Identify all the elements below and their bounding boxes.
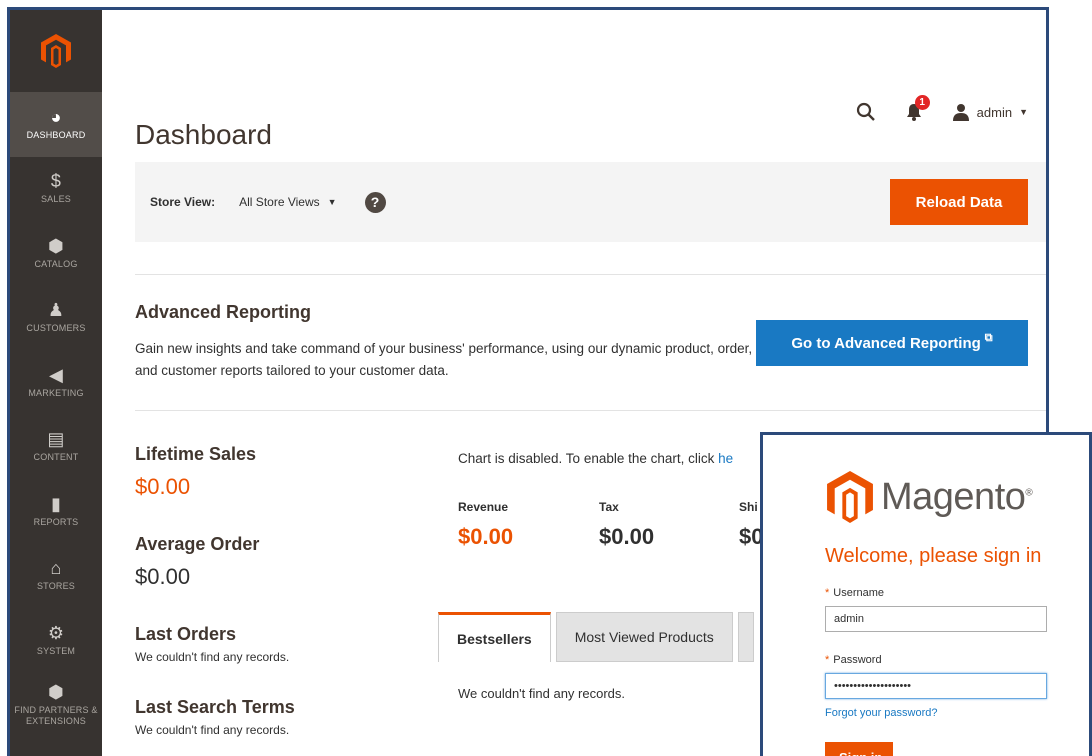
store-view-label: Store View: — [150, 195, 216, 209]
login-window: Magento® Welcome, please sign in * Userna… — [760, 432, 1092, 756]
average-order-title: Average Order — [135, 534, 260, 554]
login-welcome-heading: Welcome, please sign in — [825, 545, 1042, 567]
dashboard-gauge-icon: ◕ — [50, 106, 62, 127]
bar-chart-icon: ▮ — [50, 493, 62, 514]
sidebar-item-label: CONTENT — [33, 452, 79, 463]
dollar-icon: $ — [50, 171, 62, 192]
chevron-down-icon: ▼ — [1019, 107, 1028, 117]
user-name: admin — [976, 104, 1013, 120]
sidebar-item-customers[interactable]: ♟ CUSTOMERS — [10, 286, 102, 351]
button-label: Go to Advanced Reporting — [791, 334, 981, 352]
metric-label: Tax — [599, 500, 619, 514]
sidebar-item-label: CUSTOMERS — [26, 323, 86, 334]
lifetime-sales-title: Lifetime Sales — [135, 444, 257, 464]
tab-empty-message: We couldn't find any records. — [458, 686, 625, 701]
chart-disabled-message: Chart is disabled. To enable the chart, … — [458, 451, 733, 466]
last-orders-title: Last Orders — [135, 624, 237, 644]
login-brand-name: Magento® — [881, 475, 1033, 518]
sidebar-item-label: SALES — [40, 194, 72, 205]
sidebar-item-catalog[interactable]: ⬢ CATALOG — [10, 221, 102, 286]
magento-logo[interactable] — [10, 10, 102, 92]
sidebar-item-label: STORES — [36, 581, 76, 592]
sidebar-item-find-partners[interactable]: ⬢ FIND PARTNERS & EXTENSIONS — [10, 673, 102, 738]
tab-bestsellers[interactable]: Bestsellers — [438, 612, 551, 662]
sidebar-item-label: CATALOG — [34, 258, 78, 269]
gear-icon: ⚙ — [47, 622, 65, 643]
chevron-down-icon: ▼ — [327, 197, 337, 207]
section-divider — [135, 410, 1046, 411]
magento-logo-icon — [827, 471, 873, 523]
admin-sidebar: ◕ DASHBOARD $ SALES ⬢ CATALOG ♟ CUSTOMER… — [10, 10, 102, 756]
advanced-reporting-description: Gain new insights and take command of yo… — [135, 341, 753, 378]
sign-in-button[interactable]: Sign in — [825, 742, 893, 756]
dashboard-tabs: Bestsellers Most Viewed Products — [438, 612, 759, 662]
last-search-terms-empty-note: We couldn't find any records. — [135, 723, 290, 737]
sidebar-item-marketing[interactable]: ◀ MARKETING — [10, 350, 102, 415]
user-icon — [952, 104, 969, 121]
tax-metric: Tax $0.00 — [599, 500, 654, 550]
metric-value: $0.00 — [599, 524, 655, 549]
box-icon: ⬢ — [48, 681, 64, 702]
header-actions: 1 admin ▼ — [856, 95, 1028, 122]
megaphone-icon: ◀ — [48, 364, 64, 385]
advanced-reporting-title: Advanced Reporting — [135, 302, 312, 322]
revenue-metric: Revenue $0.00 — [458, 500, 513, 550]
tab-next[interactable] — [737, 612, 754, 662]
forgot-password-link[interactable]: Forgot your password? — [825, 707, 938, 719]
storefront-icon: ⌂ — [50, 558, 62, 579]
layout-icon: ▤ — [47, 429, 65, 450]
notification-count-badge: 1 — [914, 95, 930, 110]
metric-label: Revenue — [458, 500, 509, 514]
sidebar-item-content[interactable]: ▤ CONTENT — [10, 415, 102, 480]
sidebar-item-label: DASHBOARD — [26, 129, 86, 140]
store-view-bar: Store View: All Store Views ▼ ? Reload D… — [135, 162, 1046, 242]
cube-icon: ⬢ — [48, 235, 64, 256]
sidebar-item-sales[interactable]: $ SALES — [10, 157, 102, 222]
magento-logo-icon — [41, 34, 71, 68]
chart-disabled-text: Chart is disabled. To enable the chart, … — [458, 451, 719, 466]
sidebar-item-reports[interactable]: ▮ REPORTS — [10, 479, 102, 544]
sidebar-item-label: FIND PARTNERS & EXTENSIONS — [14, 704, 98, 726]
lifetime-sales-value: $0.00 — [135, 474, 191, 499]
notifications-bell-icon[interactable]: 1 — [904, 95, 930, 122]
sidebar-item-label: SYSTEM — [36, 645, 76, 656]
tab-most-viewed-products[interactable]: Most Viewed Products — [555, 612, 733, 662]
sidebar-item-label: MARKETING — [28, 387, 84, 398]
external-link-icon: ⧉ — [984, 331, 993, 344]
store-view-select[interactable]: All Store Views ▼ — [239, 195, 336, 209]
page-title: Dashboard — [135, 118, 272, 150]
last-search-terms-title: Last Search Terms — [135, 697, 295, 717]
go-to-advanced-reporting-button[interactable]: Go to Advanced Reporting ⧉ — [756, 320, 1028, 366]
username-field[interactable] — [825, 606, 1047, 632]
search-icon[interactable] — [856, 102, 876, 122]
metric-value: $0.00 — [458, 524, 514, 549]
reload-data-button[interactable]: Reload Data — [890, 179, 1028, 225]
section-divider — [135, 274, 1046, 275]
sidebar-item-label: REPORTS — [33, 516, 79, 527]
password-field[interactable] — [825, 673, 1047, 699]
password-label: * Password — [825, 654, 882, 666]
enable-chart-link[interactable]: he — [718, 451, 733, 466]
admin-user-menu[interactable]: admin ▼ — [952, 103, 1028, 121]
last-orders-empty-note: We couldn't find any records. — [135, 650, 290, 664]
person-icon: ♟ — [47, 300, 65, 321]
store-view-selected: All Store Views — [239, 195, 320, 209]
average-order-value: $0.00 — [135, 564, 191, 589]
login-logo: Magento® — [827, 471, 1033, 523]
username-label: * Username — [825, 587, 885, 599]
sidebar-item-system[interactable]: ⚙ SYSTEM — [10, 608, 102, 673]
sidebar-item-stores[interactable]: ⌂ STORES — [10, 544, 102, 609]
sidebar-item-dashboard[interactable]: ◕ DASHBOARD — [10, 92, 102, 157]
help-icon[interactable]: ? — [364, 191, 386, 213]
